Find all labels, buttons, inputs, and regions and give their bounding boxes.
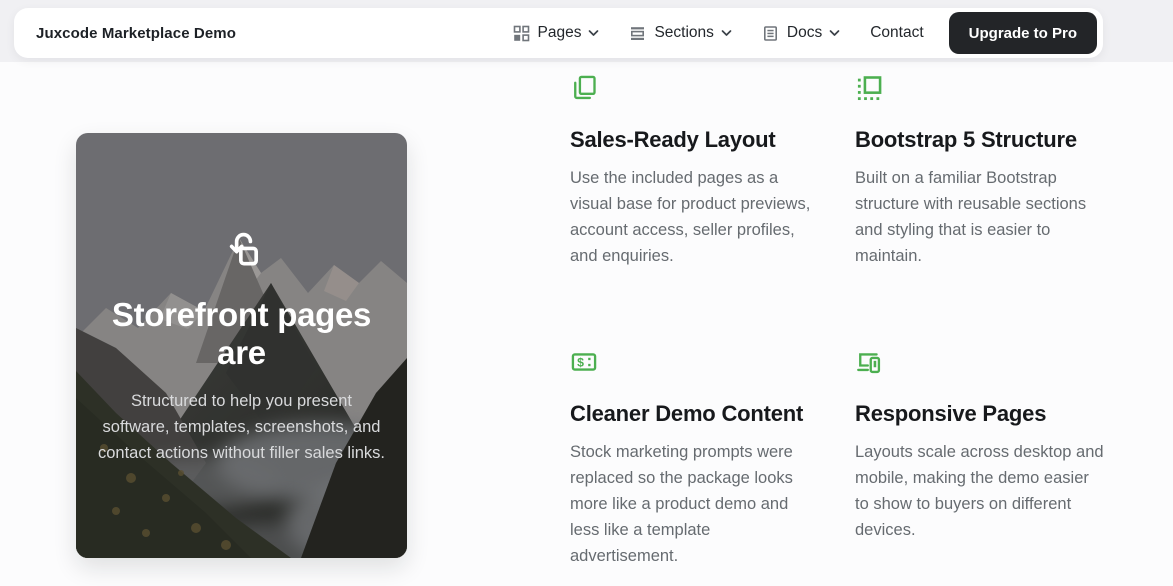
chevron-down-icon <box>829 29 840 37</box>
nav-item-pages[interactable]: Pages <box>498 24 615 42</box>
nav-item-label: Pages <box>538 24 582 42</box>
feature-title: Cleaner Demo Content <box>570 400 820 428</box>
features-grid: Sales-Ready Layout Use the included page… <box>570 74 1105 569</box>
feature-bootstrap-5-structure: Bootstrap 5 Structure Built on a familia… <box>855 74 1105 269</box>
navbar: Juxcode Marketplace Demo Pages <box>14 8 1103 58</box>
feature-title: Sales-Ready Layout <box>570 126 820 154</box>
stack-icon <box>629 25 646 42</box>
feature-title: Responsive Pages <box>855 400 1105 428</box>
feature-body: Use the included pages as a visual base … <box>570 165 820 269</box>
feature-responsive-pages: Responsive Pages Layouts scale across de… <box>855 348 1105 569</box>
brand-link[interactable]: Juxcode Marketplace Demo <box>36 25 236 42</box>
copy-pages-icon <box>570 74 820 102</box>
upgrade-to-pro-button[interactable]: Upgrade to Pro <box>949 12 1097 54</box>
hero-title: Storefront pages are <box>96 296 387 372</box>
nav-item-label: Docs <box>787 24 822 42</box>
chevron-down-icon <box>721 29 732 37</box>
dotted-frame-icon <box>855 74 1105 102</box>
feature-body: Layouts scale across desktop and mobile,… <box>855 439 1105 543</box>
banknote-dollar-icon: $ <box>570 348 820 376</box>
feature-title: Bootstrap 5 Structure <box>855 126 1105 154</box>
hero-image-card[interactable]: Storefront pages are Structured to help … <box>76 133 407 558</box>
responsive-devices-icon <box>855 348 1105 376</box>
feature-body: Built on a familiar Bootstrap structure … <box>855 165 1105 269</box>
file-text-icon <box>762 25 779 42</box>
nav-item-sections[interactable]: Sections <box>614 24 746 42</box>
nav-item-label: Sections <box>654 24 713 42</box>
feature-cleaner-demo-content: $ Cleaner Demo Content Stock marketing p… <box>570 348 820 569</box>
hero-description: Structured to help you present software,… <box>96 388 387 466</box>
page: Juxcode Marketplace Demo Pages <box>0 0 1173 586</box>
chevron-down-icon <box>588 29 599 37</box>
hero-content: Storefront pages are Structured to help … <box>76 133 407 558</box>
nav-item-contact[interactable]: Contact <box>855 24 938 42</box>
nav-item-label: Contact <box>870 24 923 42</box>
main-nav: Pages Sections <box>498 12 1098 54</box>
feature-sales-ready-layout: Sales-Ready Layout Use the included page… <box>570 74 820 269</box>
svg-text:$: $ <box>577 356 584 370</box>
nav-item-docs[interactable]: Docs <box>747 24 855 42</box>
grid-icon <box>513 25 530 42</box>
tap-link-icon <box>219 225 265 276</box>
feature-body: Stock marketing prompts were replaced so… <box>570 439 820 569</box>
